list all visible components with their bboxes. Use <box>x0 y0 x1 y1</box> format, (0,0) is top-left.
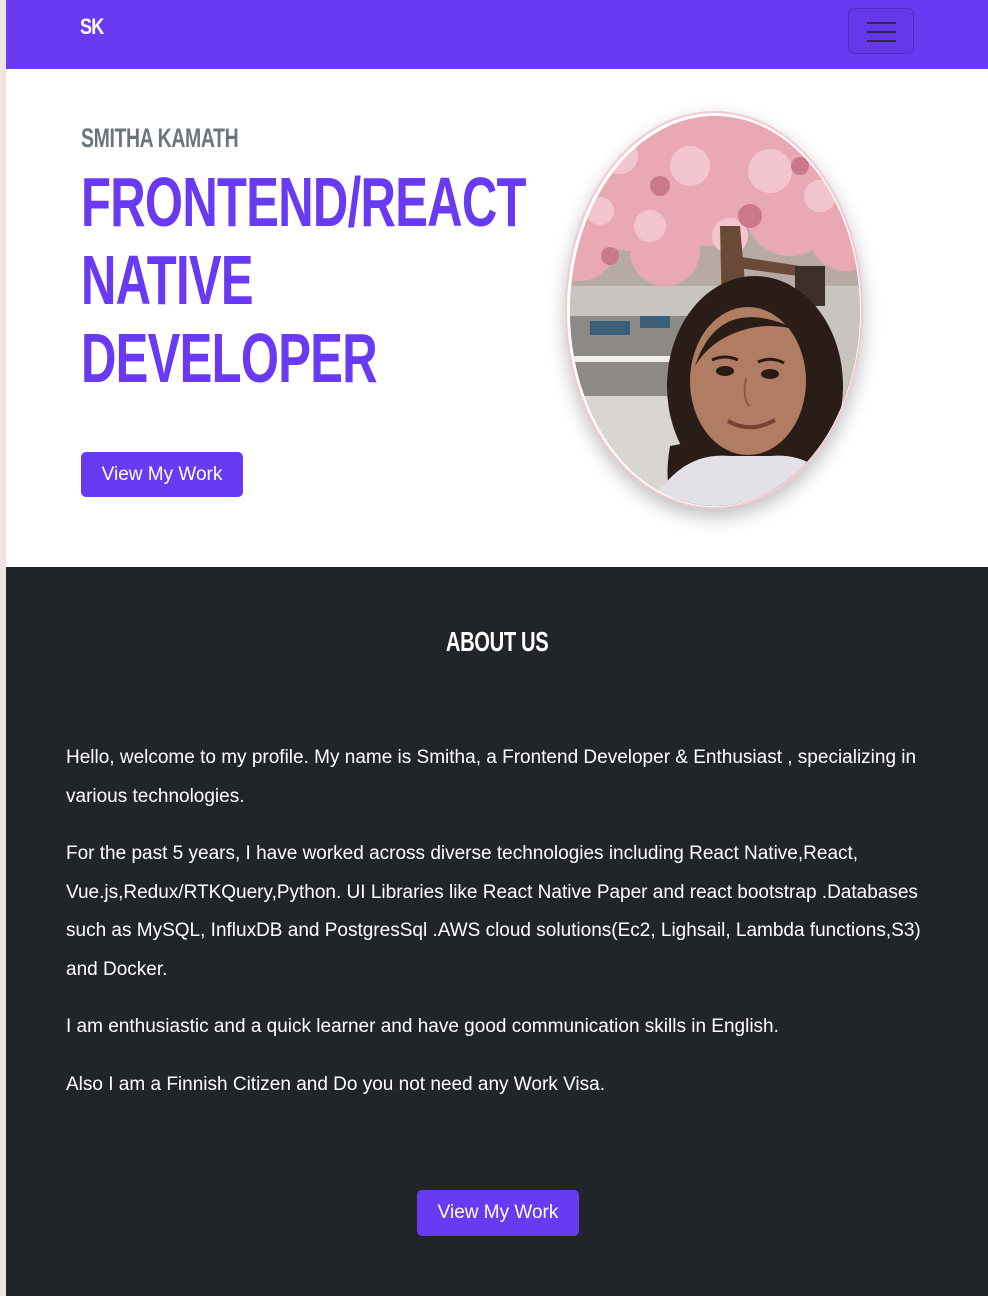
menu-toggle-button[interactable] <box>848 8 914 54</box>
page: SK SMITHA KAMATH FRONTEND/REACT NATIVE D… <box>6 0 988 1296</box>
about-section: ABOUT US Hello, welcome to my profile. M… <box>6 567 988 1296</box>
headline-line: DEVELOPER <box>81 319 378 397</box>
hamburger-menu-icon-bar <box>867 31 896 33</box>
hero-section: SMITHA KAMATH FRONTEND/REACT NATIVE DEVE… <box>6 69 988 567</box>
about-paragraph: Hello, welcome to my profile. My name is… <box>66 747 917 807</box>
about-paragraph: For the past 5 years, I have worked acro… <box>66 843 921 980</box>
headline-line: NATIVE <box>81 241 254 319</box>
hamburger-menu-icon-bar <box>867 40 896 42</box>
about-paragraph: Also I am a Finnish Citizen and Do you n… <box>66 1073 605 1095</box>
about-view-my-work-button[interactable]: View My Work <box>417 1190 579 1236</box>
about-title-text: ABOUT US <box>445 626 549 657</box>
navbar: SK <box>6 0 988 69</box>
hamburger-menu-icon <box>867 22 896 24</box>
headline-line: FRONTEND/REACT <box>81 163 526 241</box>
about-title: ABOUT US <box>6 626 988 658</box>
brand-logo[interactable]: SK <box>80 14 104 40</box>
hero-headline: FRONTEND/REACT NATIVE DEVELOPER <box>81 163 526 397</box>
developer-name: SMITHA KAMATH <box>81 123 239 153</box>
about-paragraph: I am enthusiastic and a quick learner an… <box>66 1016 779 1037</box>
view-my-work-button[interactable]: View My Work <box>81 452 243 497</box>
about-body: Hello, welcome to my profile. My name is… <box>66 739 936 1123</box>
profile-photo-illustration <box>570 116 860 506</box>
profile-photo <box>565 111 863 509</box>
